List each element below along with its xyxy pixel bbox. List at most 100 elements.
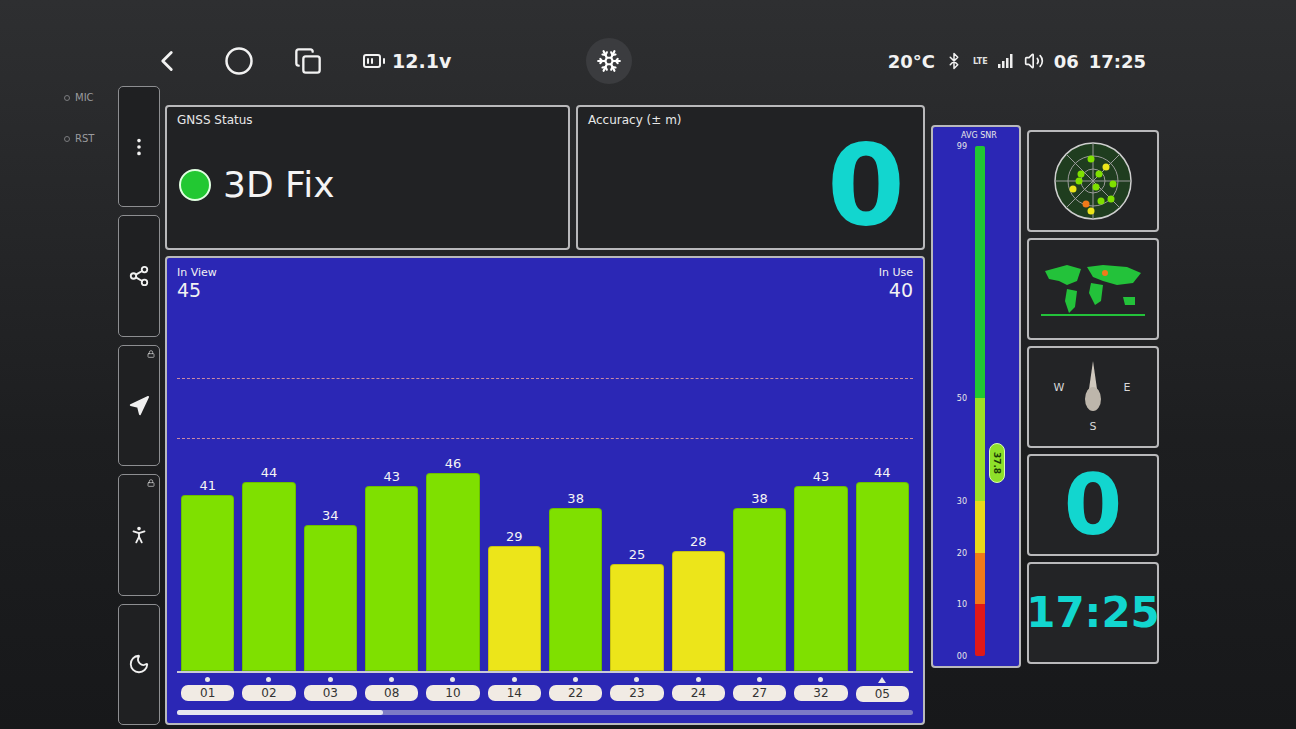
- satellite-label: 32: [794, 677, 847, 702]
- meter-tick: 99: [957, 142, 967, 151]
- compass-tile[interactable]: W E S: [1027, 346, 1159, 448]
- clock-tile[interactable]: 17:25: [1027, 562, 1159, 664]
- network-type: LTE: [973, 57, 988, 66]
- home-icon[interactable]: [224, 46, 254, 76]
- in-use: In Use40: [879, 266, 913, 310]
- gnss-status-panel: GNSS Status3D Fix: [165, 105, 570, 250]
- bar-value: 34: [304, 508, 357, 523]
- signal-icon: [998, 54, 1014, 68]
- sky-plot-icon[interactable]: [1051, 139, 1135, 223]
- volume-icon[interactable]: [1024, 51, 1044, 71]
- satellite-id: 10: [426, 685, 479, 701]
- world-map-tile[interactable]: [1027, 238, 1159, 340]
- satellite-id: 24: [672, 685, 725, 701]
- in-view: In View45: [177, 266, 217, 310]
- satellite-id: 22: [549, 685, 602, 701]
- bar-slot: 28: [672, 534, 725, 671]
- satellite-label: 05: [856, 677, 909, 702]
- moon-icon: [128, 653, 150, 675]
- meter-strip: [975, 146, 985, 656]
- snr-bar[interactable]: [856, 482, 909, 671]
- bluetooth-icon: [945, 52, 963, 70]
- snr-bar[interactable]: [365, 486, 418, 671]
- satellite-id: 05: [856, 686, 909, 702]
- satellite-id: 01: [181, 685, 234, 701]
- bar-slot: 41: [181, 478, 234, 671]
- bar-slot: 46: [426, 456, 479, 671]
- satellite-id: 32: [794, 685, 847, 701]
- climate-button[interactable]: [586, 38, 632, 84]
- bar-slot: 43: [794, 469, 847, 671]
- satellite-id: 14: [488, 685, 541, 701]
- nav-buttons: 12.1v: [150, 44, 586, 78]
- rail-button[interactable]: [118, 345, 160, 466]
- rail-button[interactable]: [118, 86, 160, 207]
- bar-slot: 43: [365, 469, 418, 671]
- side-rail: [118, 86, 160, 725]
- fix-row: 3D Fix: [177, 127, 558, 242]
- battery-voltage: 12.1v: [362, 49, 451, 73]
- status-time: 17:25: [1089, 51, 1146, 72]
- grid-line: [177, 378, 913, 379]
- compass-needle-icon: [1083, 359, 1103, 415]
- dot-mark: [818, 677, 823, 682]
- widget-column: W E S 017:25: [1027, 130, 1159, 725]
- compass-direction: S: [1090, 420, 1097, 433]
- back-icon[interactable]: [150, 44, 184, 78]
- meter-marker: 37.8: [989, 443, 1005, 483]
- bar-slot: 25: [610, 547, 663, 672]
- fix-dot: [179, 169, 211, 201]
- rail-button[interactable]: [118, 474, 160, 595]
- compass-direction: W: [1054, 381, 1065, 394]
- satellite-id: 03: [304, 685, 357, 701]
- satellite-label: 03: [304, 677, 357, 702]
- satellite-id: 23: [610, 685, 663, 701]
- satellite-label: 02: [242, 677, 295, 702]
- snr-bar[interactable]: [426, 473, 479, 671]
- meter-tick: 30: [957, 497, 967, 506]
- satellite-label: 24: [672, 677, 725, 702]
- lock-badge: [147, 479, 155, 487]
- snr-bar[interactable]: [549, 508, 602, 671]
- rail-button[interactable]: [118, 215, 160, 336]
- lock-icon: [147, 350, 155, 358]
- satellite-labels: 010203081014222324273205: [177, 671, 913, 702]
- snr-bar[interactable]: [181, 495, 234, 671]
- bar-value: 25: [610, 547, 663, 562]
- dot-mark: [450, 677, 455, 682]
- snr-bar[interactable]: [304, 525, 357, 671]
- snr-bar[interactable]: [733, 508, 786, 671]
- bar-value: 44: [242, 465, 295, 480]
- bezel-label: RST: [64, 133, 118, 144]
- panel-label: Accuracy (± m): [588, 113, 913, 127]
- snr-bar[interactable]: [488, 546, 541, 671]
- bar-value: 29: [488, 529, 541, 544]
- recent-apps-icon[interactable]: [294, 47, 322, 75]
- bar-slot: 44: [242, 465, 295, 671]
- bar-slot: 38: [733, 491, 786, 671]
- snr-bar[interactable]: [242, 482, 295, 671]
- meter-tick: 10: [957, 600, 967, 609]
- bezel-dot: [64, 95, 70, 101]
- compass-direction: E: [1124, 381, 1131, 394]
- scroll-thumb[interactable]: [177, 710, 383, 715]
- lock-badge: [147, 350, 155, 358]
- accuracy-panel: Accuracy (± m)0: [576, 105, 925, 250]
- chart-scrollbar[interactable]: [177, 710, 913, 715]
- sky-plot-tile[interactable]: [1027, 130, 1159, 232]
- snr-bar[interactable]: [610, 564, 663, 672]
- bar-value: 43: [365, 469, 418, 484]
- dot-mark: [757, 677, 762, 682]
- satellite-label: 22: [549, 677, 602, 702]
- snr-bar[interactable]: [794, 486, 847, 671]
- status-bar: 12.1v20°CLTE0617:25: [0, 0, 1296, 86]
- rail-button[interactable]: [118, 604, 160, 725]
- dot-mark: [512, 677, 517, 682]
- avg-snr-label: AVG SNR: [939, 131, 1013, 140]
- world-map-icon[interactable]: [1037, 257, 1149, 321]
- snr-bar[interactable]: [672, 551, 725, 671]
- speed-tile[interactable]: 0: [1027, 454, 1159, 556]
- bar-value: 43: [794, 469, 847, 484]
- panel-label: GNSS Status: [177, 113, 558, 127]
- dot-mark: [573, 677, 578, 682]
